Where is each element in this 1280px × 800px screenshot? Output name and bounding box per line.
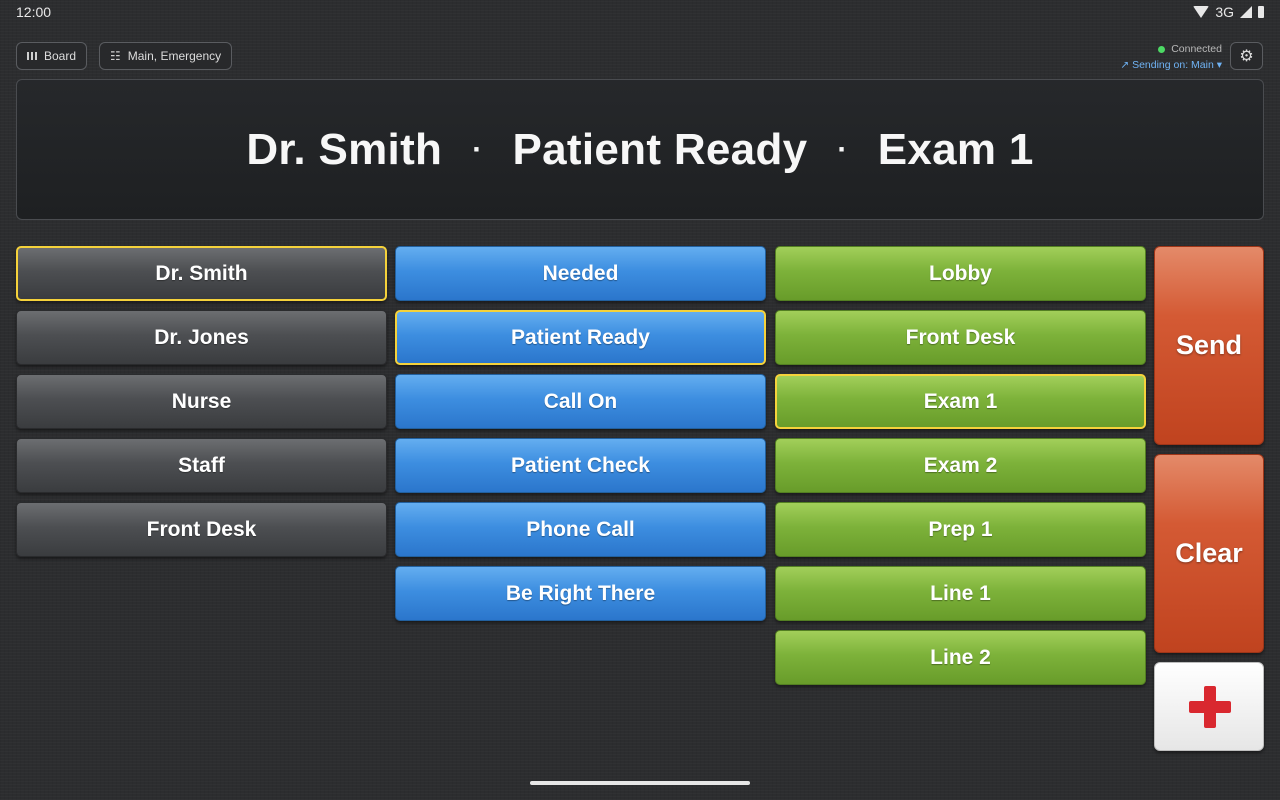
clock: 12:00 bbox=[16, 4, 52, 20]
network-type: 3G bbox=[1215, 4, 1234, 20]
location-button-front-desk[interactable]: Front Desk bbox=[775, 310, 1146, 365]
board-button[interactable]: Board bbox=[16, 42, 88, 70]
display-location: Exam 1 bbox=[877, 124, 1034, 174]
location-button-line-1[interactable]: Line 1 bbox=[775, 566, 1146, 621]
message-button-patient-ready[interactable]: Patient Ready bbox=[395, 310, 766, 365]
person-button-dr-smith[interactable]: Dr. Smith bbox=[16, 246, 387, 301]
location-label: Exam 1 bbox=[923, 389, 998, 413]
gear-icon: ⚙ bbox=[1239, 48, 1254, 65]
message-button-be-right-there[interactable]: Be Right There bbox=[395, 566, 766, 621]
person-label: Staff bbox=[178, 453, 225, 477]
location-button-lobby[interactable]: Lobby bbox=[775, 246, 1146, 301]
person-label: Dr. Smith bbox=[155, 261, 248, 285]
location-label: Line 2 bbox=[930, 645, 991, 669]
person-button-nurse[interactable]: Nurse bbox=[16, 374, 387, 429]
location-label: Lobby bbox=[929, 261, 992, 285]
location-label: Exam 2 bbox=[923, 453, 998, 477]
battery-icon bbox=[1258, 6, 1264, 18]
message-button-needed[interactable]: Needed bbox=[395, 246, 766, 301]
emergency-button[interactable] bbox=[1154, 662, 1264, 751]
settings-button[interactable]: ⚙ bbox=[1230, 42, 1263, 70]
connection-status: Connected ↗ Sending on: Main ▾ bbox=[1120, 41, 1222, 73]
message-label: Patient Check bbox=[511, 453, 650, 477]
send-label: Send bbox=[1175, 330, 1242, 360]
send-button[interactable]: Send bbox=[1154, 246, 1264, 445]
clear-label: Clear bbox=[1175, 538, 1243, 568]
channel-filter-label: Main, Emergency bbox=[127, 49, 222, 63]
person-label: Front Desk bbox=[146, 517, 257, 541]
message-label: Patient Ready bbox=[511, 325, 650, 349]
tune-icon: ☷ bbox=[110, 49, 121, 63]
person-button-staff[interactable]: Staff bbox=[16, 438, 387, 493]
person-button-dr-jones[interactable]: Dr. Jones bbox=[16, 310, 387, 365]
connection-status-text: Connected bbox=[1171, 43, 1222, 55]
signal-icon bbox=[1240, 6, 1252, 18]
person-label: Dr. Jones bbox=[154, 325, 249, 349]
message-label: Be Right There bbox=[505, 581, 656, 605]
arrow-up-right-icon: ↗ bbox=[1120, 59, 1133, 71]
location-label: Front Desk bbox=[905, 325, 1016, 349]
message-display: Dr. Smith · Patient Ready · Exam 1 bbox=[16, 79, 1264, 220]
clear-button[interactable]: Clear bbox=[1154, 454, 1264, 653]
connected-dot-icon bbox=[1158, 45, 1166, 53]
message-button-patient-check[interactable]: Patient Check bbox=[395, 438, 766, 493]
person-label: Nurse bbox=[171, 389, 232, 413]
dropdown-dot-icon: ▾ bbox=[1213, 59, 1222, 71]
wifi-icon bbox=[1193, 6, 1210, 18]
location-label: Prep 1 bbox=[928, 517, 993, 541]
location-button-prep-1[interactable]: Prep 1 bbox=[775, 502, 1146, 557]
display-person: Dr. Smith bbox=[246, 124, 443, 174]
board-label: Board bbox=[44, 49, 77, 63]
location-label: Line 1 bbox=[930, 581, 991, 605]
display-separator: · bbox=[837, 132, 848, 166]
location-button-exam-1[interactable]: Exam 1 bbox=[775, 374, 1146, 429]
location-button-line-2[interactable]: Line 2 bbox=[775, 630, 1146, 685]
display-message: Patient Ready bbox=[512, 124, 808, 174]
message-label: Phone Call bbox=[526, 517, 635, 541]
message-button-phone-call[interactable]: Phone Call bbox=[395, 502, 766, 557]
sending-on-selector[interactable]: ↗ Sending on: Main ▾ bbox=[1120, 57, 1222, 73]
system-status-bar: 12:00 3G bbox=[0, 0, 1280, 24]
location-button-exam-2[interactable]: Exam 2 bbox=[775, 438, 1146, 493]
sending-on-text: Sending on: Main bbox=[1132, 59, 1214, 71]
message-label: Call On bbox=[543, 389, 618, 413]
channel-filter-button[interactable]: ☷ Main, Emergency bbox=[99, 42, 233, 70]
status-icons: 3G bbox=[1193, 4, 1264, 20]
person-button-front-desk[interactable]: Front Desk bbox=[16, 502, 387, 557]
board-icon bbox=[27, 52, 37, 60]
display-separator: · bbox=[472, 132, 483, 166]
message-label: Needed bbox=[542, 261, 619, 285]
gesture-home-bar[interactable] bbox=[530, 781, 750, 785]
message-button-call-on[interactable]: Call On bbox=[395, 374, 766, 429]
